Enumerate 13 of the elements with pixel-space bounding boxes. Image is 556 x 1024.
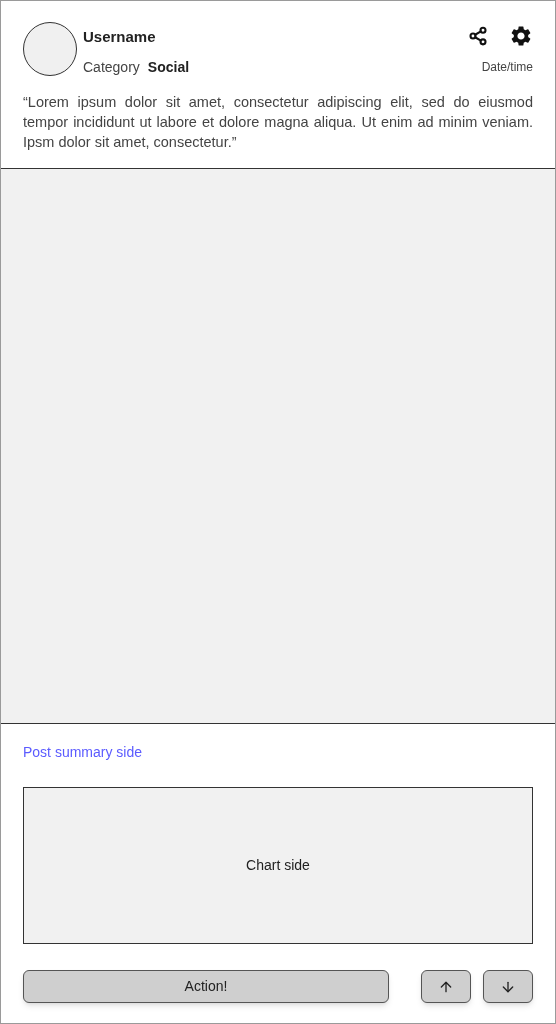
- down-button[interactable]: [483, 970, 533, 1003]
- up-button[interactable]: [421, 970, 471, 1003]
- category-value: Social: [147, 57, 190, 77]
- date-time: Date/time: [481, 59, 533, 76]
- category-label: Category: [83, 57, 140, 77]
- post-quote: “Lorem ipsum dolor sit amet, consectetur adipiscing elit, sed do eiusmod tempor incididunt ut labore et dolore magna aliqua. Ut enim ad minim veniam. Ipsm dolor sit amet, consectetur.”: [23, 92, 533, 152]
- settings-icon[interactable]: [509, 24, 533, 48]
- username: Username: [83, 27, 157, 47]
- avatar: [23, 22, 77, 76]
- chart-placeholder-label: Chart side: [246, 856, 310, 875]
- share-icon[interactable]: [467, 25, 489, 47]
- action-button[interactable]: Action!: [23, 970, 389, 1003]
- summary-link[interactable]: Post summary side: [23, 742, 143, 763]
